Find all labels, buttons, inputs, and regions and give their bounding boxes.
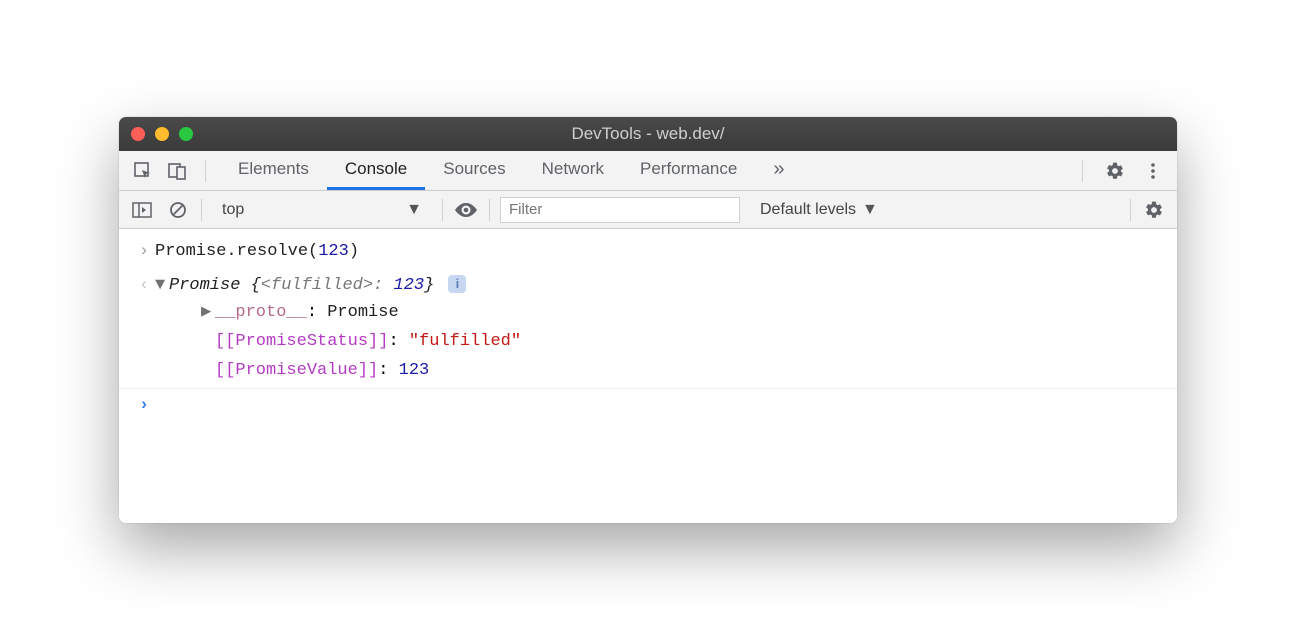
expand-triangle-icon[interactable]: ▶ bbox=[201, 299, 215, 328]
property-row[interactable]: [[PromiseValue]]: 123 bbox=[201, 357, 1163, 386]
tab-elements[interactable]: Elements bbox=[220, 151, 327, 190]
dropdown-triangle-icon: ▼ bbox=[862, 201, 878, 219]
devtools-window: DevTools - web.dev/ Elements Console Sou… bbox=[119, 117, 1177, 522]
divider bbox=[1130, 199, 1131, 221]
inspect-element-icon[interactable] bbox=[129, 157, 157, 185]
dropdown-triangle-icon: ▼ bbox=[406, 201, 422, 219]
property-row[interactable]: ▶__proto__: Promise bbox=[201, 299, 1163, 328]
object-state: <fulfilled> bbox=[261, 276, 373, 295]
log-levels-selector[interactable]: Default levels ▼ bbox=[750, 201, 888, 219]
object-class: Promise { bbox=[169, 276, 261, 295]
more-menu-icon[interactable] bbox=[1139, 157, 1167, 185]
sep: : bbox=[388, 332, 408, 351]
code-text: ) bbox=[349, 242, 359, 261]
device-toolbar-icon[interactable] bbox=[163, 157, 191, 185]
console-result-row[interactable]: ‹ ▼Promise {<fulfilled>: 123} i ▶__proto… bbox=[119, 269, 1177, 390]
maximize-window-button[interactable] bbox=[179, 127, 193, 141]
property-key: [[PromiseValue]] bbox=[215, 361, 378, 380]
tab-performance[interactable]: Performance bbox=[622, 151, 755, 190]
property-key: [[PromiseStatus]] bbox=[215, 332, 388, 351]
sep: : bbox=[307, 303, 327, 322]
object-properties: ▶__proto__: Promise[[PromiseStatus]]: "f… bbox=[155, 299, 1163, 386]
property-value: Promise bbox=[327, 303, 398, 322]
property-key: __proto__ bbox=[215, 303, 307, 322]
context-value: top bbox=[222, 201, 244, 219]
divider bbox=[1082, 160, 1083, 182]
main-tabbar: Elements Console Sources Network Perform… bbox=[119, 151, 1177, 191]
object-close: } bbox=[424, 276, 434, 295]
sep: : bbox=[373, 276, 393, 295]
close-window-button[interactable] bbox=[131, 127, 145, 141]
clear-console-icon[interactable] bbox=[165, 197, 191, 223]
tab-network[interactable]: Network bbox=[524, 151, 622, 190]
console-prompt-row[interactable]: › bbox=[119, 389, 1177, 422]
sep: : bbox=[378, 361, 398, 380]
property-row[interactable]: [[PromiseStatus]]: "fulfilled" bbox=[201, 328, 1163, 357]
live-expression-icon[interactable] bbox=[453, 197, 479, 223]
divider bbox=[201, 199, 202, 221]
context-selector[interactable]: top ▼ bbox=[212, 199, 432, 221]
property-value: "fulfilled" bbox=[409, 332, 521, 351]
object-value: 123 bbox=[393, 276, 424, 295]
code-text: Promise.resolve( bbox=[155, 242, 318, 261]
info-badge-icon[interactable]: i bbox=[448, 275, 466, 293]
input-marker-icon: › bbox=[133, 238, 155, 265]
expand-triangle-icon[interactable]: ▼ bbox=[155, 272, 169, 299]
tab-console[interactable]: Console bbox=[327, 151, 425, 190]
divider bbox=[489, 199, 490, 221]
sidebar-toggle-icon[interactable] bbox=[129, 197, 155, 223]
tab-sources[interactable]: Sources bbox=[425, 151, 523, 190]
property-value: 123 bbox=[399, 361, 430, 380]
input-expression: Promise.resolve(123) bbox=[155, 238, 1163, 265]
code-number: 123 bbox=[318, 242, 349, 261]
console-settings-icon[interactable] bbox=[1141, 197, 1167, 223]
output-marker-icon: ‹ bbox=[133, 272, 155, 299]
titlebar: DevTools - web.dev/ bbox=[119, 117, 1177, 151]
settings-icon[interactable] bbox=[1101, 157, 1129, 185]
divider bbox=[442, 199, 443, 221]
minimize-window-button[interactable] bbox=[155, 127, 169, 141]
filter-input[interactable] bbox=[500, 197, 740, 223]
console-input-row[interactable]: › Promise.resolve(123) bbox=[119, 235, 1177, 268]
window-title: DevTools - web.dev/ bbox=[119, 124, 1177, 144]
levels-label: Default levels bbox=[760, 201, 856, 219]
prompt-marker-icon: › bbox=[133, 392, 155, 419]
console-toolbar: top ▼ Default levels ▼ bbox=[119, 191, 1177, 229]
panel-tabs: Elements Console Sources Network Perform… bbox=[220, 151, 802, 190]
window-controls bbox=[131, 127, 193, 141]
divider bbox=[205, 160, 206, 182]
tabs-overflow-icon[interactable]: » bbox=[755, 151, 802, 190]
console-output: › Promise.resolve(123) ‹ ▼Promise {<fulf… bbox=[119, 229, 1177, 522]
result-summary[interactable]: ▼Promise {<fulfilled>: 123} i bbox=[155, 272, 1163, 299]
